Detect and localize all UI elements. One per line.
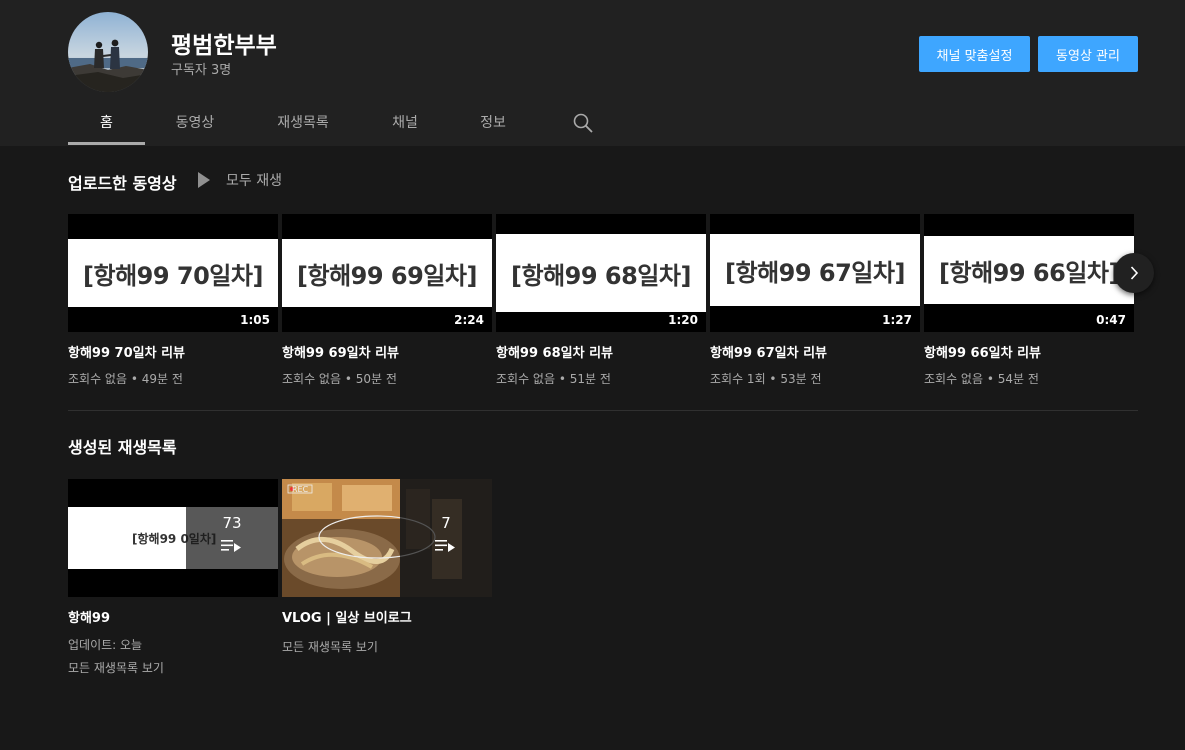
playlist-title[interactable]: 항해99 — [68, 607, 278, 626]
video-thumbnail[interactable]: [항해99 66일차] 0:47 — [924, 214, 1134, 332]
play-all-button[interactable]: 모두 재생 — [196, 170, 282, 190]
playlist-icon — [221, 538, 243, 557]
video-title[interactable]: 항해99 67일차 리뷰 — [710, 342, 920, 361]
tab-channels[interactable]: 채널 — [380, 102, 430, 146]
playlist-thumbnail[interactable]: [항해99 0일차] 73 — [68, 479, 278, 597]
manage-videos-button[interactable]: 동영상 관리 — [1038, 36, 1138, 72]
thumbnail-text: [항해99 67일차] — [725, 258, 905, 287]
tab-videos[interactable]: 동영상 — [166, 102, 224, 146]
playlist-overlay: 7 — [400, 479, 492, 597]
video-thumbnail[interactable]: [항해99 67일차] 1:27 — [710, 214, 920, 332]
view-full-playlist-link[interactable]: 모든 재생목록 보기 — [68, 659, 278, 676]
video-card[interactable]: [항해99 68일차] 1:20 항해99 68일차 리뷰 조회수 없음 • 5… — [496, 214, 706, 387]
video-meta: 조회수 없음 • 50분 전 — [282, 372, 397, 386]
video-duration: 1:27 — [878, 312, 916, 328]
playlist-title[interactable]: VLOG | 일상 브이로그 — [282, 607, 492, 626]
playlist-video-count: 73 — [222, 513, 242, 532]
thumbnail-text: [항해99 66일차] — [939, 258, 1119, 287]
tab-home[interactable]: 홈 — [68, 102, 145, 146]
tab-playlists[interactable]: 재생목록 — [270, 102, 336, 146]
play-icon — [198, 172, 210, 188]
video-title[interactable]: 항해99 70일차 리뷰 — [68, 342, 278, 361]
video-meta: 조회수 없음 • 54분 전 — [924, 372, 1039, 386]
video-thumbnail[interactable]: [항해99 70일차] 1:05 — [68, 214, 278, 332]
playlists-section-title: 생성된 재생목록 — [68, 438, 177, 457]
video-card[interactable]: [항해99 70일차] 1:05 항해99 70일차 리뷰 조회수 없음 • 4… — [68, 214, 278, 387]
channel-header: 평범한부부 구독자 3명 채널 맞춤설정 동영상 관리 홈 동영상 재생목록 채… — [0, 0, 1185, 146]
subscriber-count: 구독자 3명 — [171, 63, 232, 78]
chevron-right-icon — [1130, 266, 1139, 280]
video-thumbnail[interactable]: [항해99 68일차] 1:20 — [496, 214, 706, 332]
next-button[interactable] — [1114, 253, 1154, 293]
playlist-video-count: 7 — [441, 513, 451, 532]
customize-channel-button[interactable]: 채널 맞춤설정 — [919, 36, 1030, 72]
playlist-thumbnail[interactable]: REC 7 — [282, 479, 492, 597]
playlist-updated: 업데이트: 오늘 — [68, 638, 143, 652]
video-meta: 조회수 1회 • 53분 전 — [710, 372, 822, 386]
playlist-card[interactable]: [항해99 0일차] 73 항해99 업데이트: 오늘 모든 재생목록 보기 — [68, 479, 278, 676]
video-duration: 0:47 — [1092, 312, 1130, 328]
thumbnail-text: [항해99 68일차] — [511, 261, 691, 290]
channel-name: 평범한부부 — [171, 33, 277, 59]
channel-avatar[interactable] — [68, 12, 148, 92]
view-full-playlist-link[interactable]: 모든 재생목록 보기 — [282, 638, 492, 655]
video-thumbnail[interactable]: [항해99 69일차] 2:24 — [282, 214, 492, 332]
play-all-label: 모두 재생 — [226, 173, 282, 189]
section-divider — [68, 410, 1138, 411]
search-icon[interactable] — [572, 112, 594, 134]
playlist-icon — [435, 538, 457, 557]
video-duration: 1:20 — [664, 312, 702, 328]
video-card[interactable]: [항해99 66일차] 0:47 항해99 66일차 리뷰 조회수 없음 • 5… — [924, 214, 1134, 387]
video-meta: 조회수 없음 • 51분 전 — [496, 372, 611, 386]
video-title[interactable]: 항해99 69일차 리뷰 — [282, 342, 492, 361]
thumbnail-text: [항해99 69일차] — [297, 261, 477, 290]
tab-about[interactable]: 정보 — [468, 102, 518, 146]
video-duration: 1:05 — [236, 312, 274, 328]
video-title[interactable]: 항해99 68일차 리뷰 — [496, 342, 706, 361]
playlist-overlay: 73 — [186, 507, 278, 569]
thumbnail-text: REC — [292, 485, 309, 494]
video-card[interactable]: [항해99 67일차] 1:27 항해99 67일차 리뷰 조회수 1회 • 5… — [710, 214, 920, 387]
video-duration: 2:24 — [450, 312, 488, 328]
thumbnail-text: [항해99 70일차] — [83, 261, 263, 290]
video-card[interactable]: [항해99 69일차] 2:24 항해99 69일차 리뷰 조회수 없음 • 5… — [282, 214, 492, 387]
video-meta: 조회수 없음 • 49분 전 — [68, 372, 183, 386]
video-title[interactable]: 항해99 66일차 리뷰 — [924, 342, 1134, 361]
playlist-card[interactable]: REC 7 VLOG | 일상 브이로그 모든 재생목록 보기 — [282, 479, 492, 655]
uploads-section-title: 업로드한 동영상 — [68, 174, 177, 193]
